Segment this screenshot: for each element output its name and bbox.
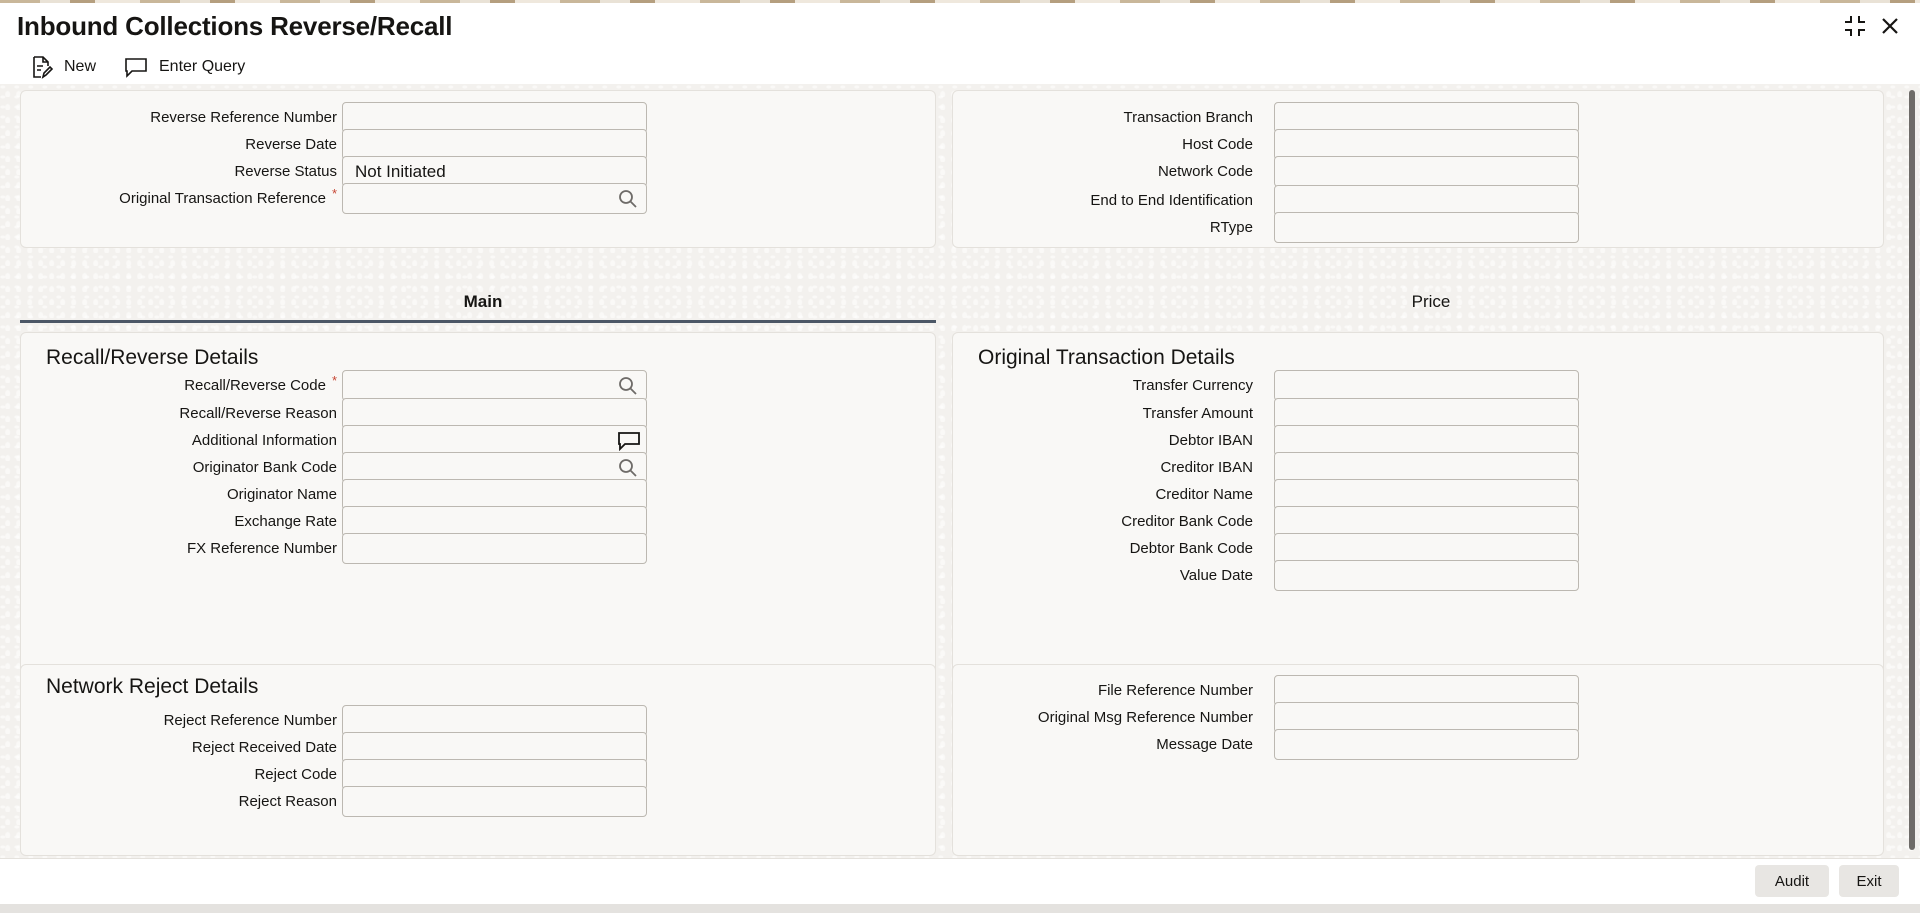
- window-title: Inbound Collections Reverse/Recall: [17, 11, 453, 41]
- field-label: End to End Identification: [1090, 192, 1253, 209]
- footer-bar: Audit Exit: [0, 858, 1920, 906]
- section-title: Network Reject Details: [46, 675, 259, 698]
- field-label: File Reference Number: [1097, 682, 1253, 699]
- field-label: Debtor IBAN: [1168, 432, 1253, 449]
- bottom-bar: [0, 904, 1920, 913]
- field-label: Reverse Date: [245, 136, 337, 153]
- required-marker: *: [331, 186, 337, 201]
- field-label: Original Msg Reference Number: [1037, 709, 1253, 726]
- tab-main[interactable]: Main: [383, 292, 583, 312]
- fx-reference-number-input[interactable]: [342, 533, 647, 564]
- field-label: Transfer Currency: [1132, 377, 1253, 394]
- active-tab-indicator: [20, 320, 936, 323]
- field-label: Network Code: [1157, 163, 1253, 180]
- value-date-input[interactable]: [1274, 560, 1579, 591]
- field-label: Originator Name: [226, 486, 337, 503]
- chat-bubble-icon: [123, 54, 149, 80]
- section-title: Recall/Reverse Details: [46, 346, 259, 369]
- section-title: Original Transaction Details: [978, 346, 1235, 369]
- field-label: Creditor IBAN: [1160, 459, 1253, 476]
- field-label: Reverse Reference Number: [150, 109, 337, 126]
- transfer-currency-input[interactable]: [1274, 370, 1579, 401]
- field-label: Message Date: [1156, 736, 1253, 753]
- scrollbar-thumb[interactable]: [1909, 90, 1915, 850]
- required-marker: *: [331, 373, 337, 388]
- toolbar: New Enter Query: [0, 50, 1920, 84]
- reject-reason-input[interactable]: [342, 786, 647, 817]
- new-button[interactable]: New: [28, 54, 96, 80]
- field-label: Recall/Reverse Code *: [184, 373, 337, 394]
- enter-query-button[interactable]: Enter Query: [123, 54, 245, 80]
- network-reject-panel: Network Reject Details Reject Reference …: [20, 664, 936, 856]
- tab-price[interactable]: Price: [1331, 292, 1531, 312]
- field-label: Debtor Bank Code: [1129, 540, 1253, 557]
- field-label: Additional Information: [191, 432, 337, 449]
- network-code-input[interactable]: [1274, 156, 1579, 187]
- enter-query-label: Enter Query: [159, 58, 246, 75]
- collapse-icon[interactable]: [1842, 13, 1868, 44]
- header-left-panel: Reverse Reference Number Reverse Date Re…: [20, 90, 936, 248]
- field-label: Originator Bank Code: [192, 459, 337, 476]
- field-label: Reject Code: [254, 766, 337, 783]
- field-label: Original Transaction Reference *: [119, 186, 337, 207]
- field-label: Recall/Reverse Reason: [179, 405, 337, 422]
- field-label: Reject Reference Number: [163, 712, 337, 729]
- recall-reverse-code-input[interactable]: [342, 370, 647, 401]
- field-label: Exchange Rate: [234, 513, 337, 530]
- message-date-input[interactable]: [1274, 729, 1579, 760]
- field-label: Host Code: [1182, 136, 1253, 153]
- field-label: Reject Reason: [238, 793, 337, 810]
- field-label: RType: [1209, 219, 1253, 236]
- original-transaction-reference-input[interactable]: [342, 183, 647, 214]
- close-icon[interactable]: [1880, 16, 1900, 41]
- window-controls: [1842, 13, 1900, 44]
- exit-button[interactable]: Exit: [1839, 865, 1899, 897]
- header-right-panel: Transaction Branch Host Code Network Cod…: [952, 90, 1884, 248]
- search-icon[interactable]: [618, 458, 638, 478]
- field-label: FX Reference Number: [186, 540, 337, 557]
- field-label: Value Date: [1179, 567, 1253, 584]
- field-label: Transfer Amount: [1142, 405, 1253, 422]
- search-icon[interactable]: [618, 376, 638, 396]
- field-label: Transaction Branch: [1123, 109, 1253, 126]
- vertical-scrollbar[interactable]: [1908, 90, 1916, 850]
- new-button-label: New: [64, 58, 97, 75]
- audit-button[interactable]: Audit: [1755, 865, 1829, 897]
- new-document-icon: [28, 54, 54, 80]
- comment-icon[interactable]: [618, 431, 640, 452]
- field-label: Creditor Bank Code: [1121, 513, 1253, 530]
- field-label: Reverse Status: [234, 163, 337, 180]
- title-bar: Inbound Collections Reverse/Recall: [0, 3, 1920, 49]
- file-details-panel: File Reference Number Original Msg Refer…: [952, 664, 1884, 856]
- field-label: Creditor Name: [1155, 486, 1253, 503]
- form-content: Reverse Reference Number Reverse Date Re…: [0, 84, 1920, 858]
- field-label: Reject Received Date: [191, 739, 337, 756]
- rtype-input[interactable]: [1274, 212, 1579, 243]
- search-icon[interactable]: [618, 189, 638, 209]
